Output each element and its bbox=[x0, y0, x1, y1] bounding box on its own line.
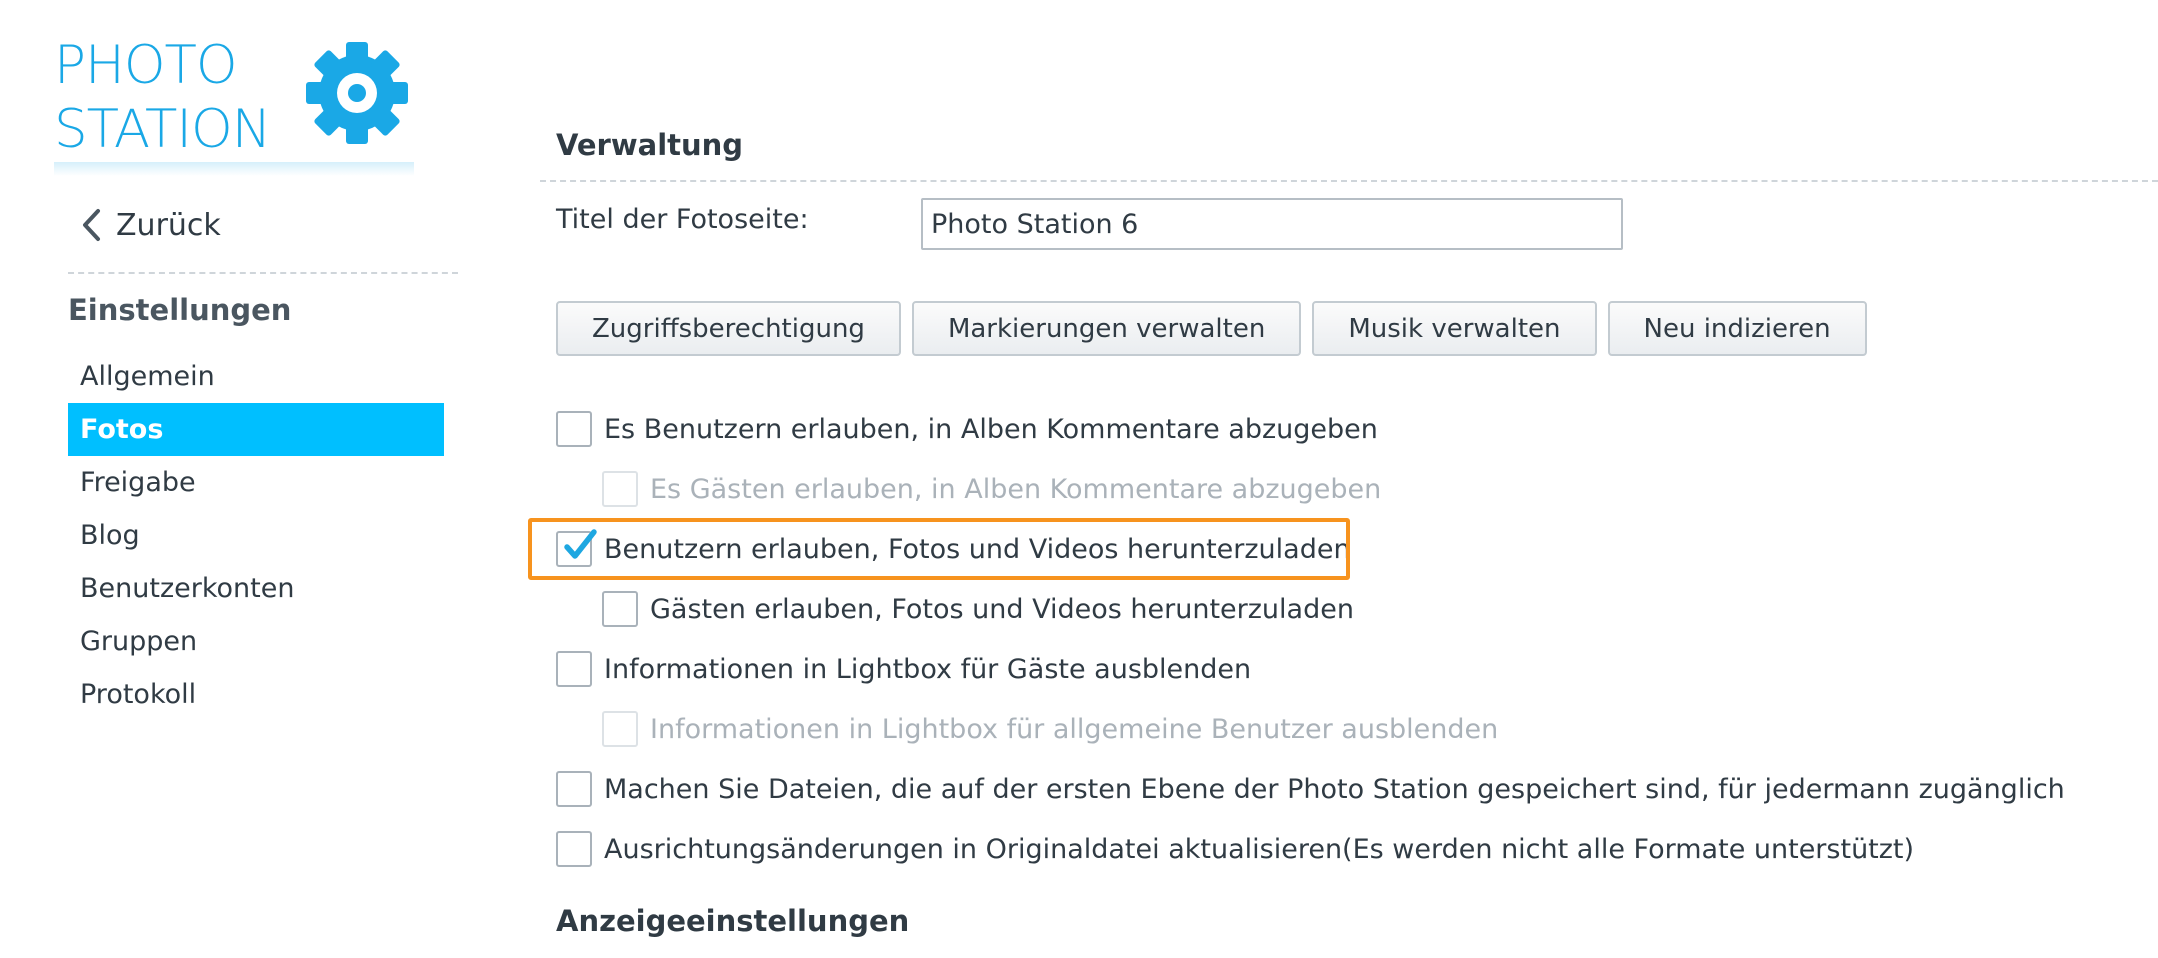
sidebar-item-freigabe[interactable]: Freigabe bbox=[68, 456, 444, 509]
chevron-left-icon bbox=[83, 209, 100, 241]
checkbox-hide-lightbox-guests[interactable] bbox=[556, 651, 592, 687]
section-title-display-settings: Anzeigeeinstellungen bbox=[556, 904, 910, 938]
photo-page-title-input[interactable] bbox=[921, 198, 1623, 250]
checkbox-guest-comments bbox=[602, 471, 638, 507]
option-label: Ausrichtungsänderungen in Originaldatei … bbox=[604, 833, 1915, 865]
settings-section-title: Einstellungen bbox=[68, 293, 292, 327]
option-label: Gästen erlauben, Fotos und Videos herunt… bbox=[650, 593, 1354, 625]
option-hide-lightbox-guests[interactable]: Informationen in Lightbox für Gäste ausb… bbox=[556, 649, 1251, 689]
option-label: Es Benutzern erlauben, in Alben Kommenta… bbox=[604, 413, 1378, 445]
checkbox-user-comments[interactable] bbox=[556, 411, 592, 447]
photo-station-logo: PHOTO STATION bbox=[54, 28, 424, 178]
option-guest-comments: Es Gästen erlauben, in Alben Kommentare … bbox=[602, 469, 1381, 509]
option-label: Benutzern erlauben, Fotos und Videos her… bbox=[604, 533, 1351, 565]
option-label: Informationen in Lightbox für allgemeine… bbox=[650, 713, 1499, 745]
option-user-comments[interactable]: Es Benutzern erlauben, in Alben Kommenta… bbox=[556, 409, 1378, 449]
manage-tags-button[interactable]: Markierungen verwalten bbox=[911, 301, 1302, 356]
main-panel: Verwaltung Titel der Fotoseite: Zugriffs… bbox=[540, 0, 2158, 958]
logo-line-1: PHOTO bbox=[54, 35, 238, 96]
back-label: Zurück bbox=[116, 207, 221, 243]
option-guest-download[interactable]: Gästen erlauben, Fotos und Videos herunt… bbox=[602, 589, 1354, 629]
option-user-download[interactable]: Benutzern erlauben, Fotos und Videos her… bbox=[556, 529, 1351, 569]
reindex-button[interactable]: Neu indizieren bbox=[1607, 301, 1867, 356]
checkbox-update-orientation[interactable] bbox=[556, 831, 592, 867]
checkbox-user-download[interactable] bbox=[556, 529, 597, 567]
logo-line-2: STATION bbox=[54, 99, 271, 160]
checkbox-hide-lightbox-users bbox=[602, 711, 638, 747]
option-label: Machen Sie Dateien, die auf der ersten E… bbox=[604, 773, 2065, 805]
checkbox-guest-download[interactable] bbox=[602, 591, 638, 627]
back-link[interactable]: Zurück bbox=[80, 203, 221, 247]
settings-nav: Allgemein Fotos Freigabe Blog Benutzerko… bbox=[68, 350, 444, 721]
sidebar-item-protokoll[interactable]: Protokoll bbox=[68, 668, 444, 721]
checkmark-icon bbox=[564, 529, 597, 559]
sidebar-item-blog[interactable]: Blog bbox=[68, 509, 444, 562]
sidebar-divider bbox=[68, 272, 458, 274]
sidebar: PHOTO STATION Zurück Einstellungen Allge… bbox=[0, 0, 470, 958]
option-hide-lightbox-users: Informationen in Lightbox für allgemeine… bbox=[602, 709, 1498, 749]
manage-music-button[interactable]: Musik verwalten bbox=[1312, 301, 1597, 356]
logo-text: PHOTO STATION bbox=[54, 34, 271, 162]
access-permission-button[interactable]: Zugriffsberechtigung bbox=[556, 301, 901, 356]
option-update-orientation[interactable]: Ausrichtungsänderungen in Originaldatei … bbox=[556, 829, 1914, 869]
sidebar-item-allgemein[interactable]: Allgemein bbox=[68, 350, 444, 403]
option-public-first-level[interactable]: Machen Sie Dateien, die auf der ersten E… bbox=[556, 769, 2065, 809]
option-label: Informationen in Lightbox für Gäste ausb… bbox=[604, 653, 1252, 685]
gear-icon bbox=[306, 42, 408, 144]
option-label: Es Gästen erlauben, in Alben Kommentare … bbox=[650, 473, 1382, 505]
section-title-verwaltung: Verwaltung bbox=[556, 128, 744, 162]
logo-reflection bbox=[54, 162, 414, 176]
checkbox-public-first-level[interactable] bbox=[556, 771, 592, 807]
sidebar-item-gruppen[interactable]: Gruppen bbox=[68, 615, 444, 668]
button-row: Zugriffsberechtigung Markierungen verwal… bbox=[556, 301, 1867, 356]
sidebar-item-fotos[interactable]: Fotos bbox=[68, 403, 444, 456]
main-divider bbox=[540, 180, 2158, 182]
photo-page-title-label: Titel der Fotoseite: bbox=[556, 204, 809, 235]
sidebar-item-benutzerkonten[interactable]: Benutzerkonten bbox=[68, 562, 444, 615]
